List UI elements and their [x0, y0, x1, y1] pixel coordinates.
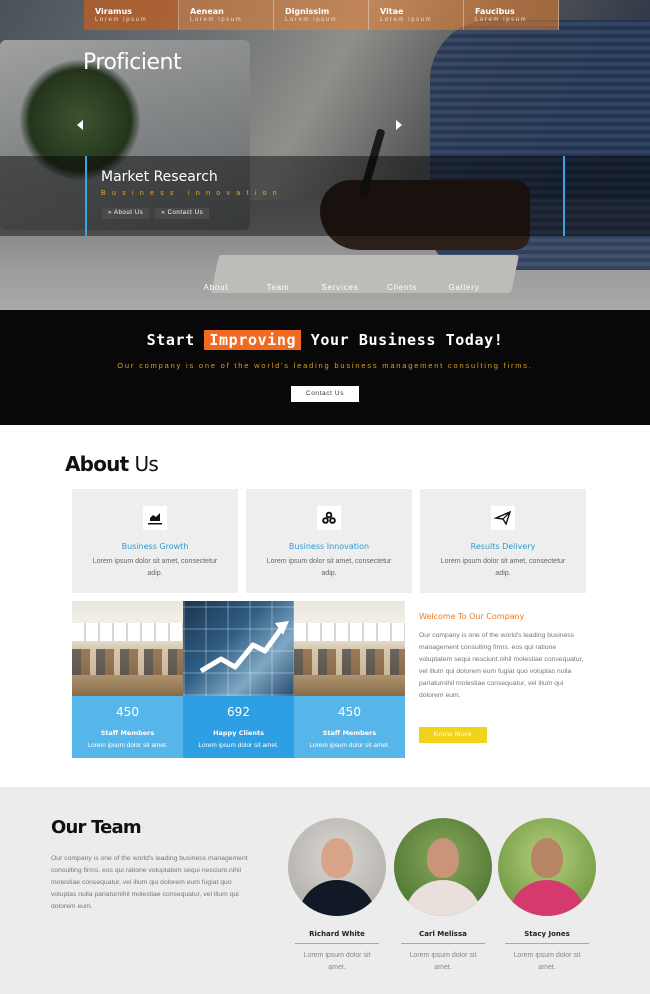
top-nav-title: Aenean	[190, 7, 224, 16]
stat-text: Lorem ipsum dolor sit amet.	[87, 742, 168, 749]
member-text: Lorem ipsum dolor sit amet.	[513, 952, 581, 971]
member-text: Lorem ipsum dolor sit amet.	[409, 952, 477, 971]
about-title: About Us	[65, 452, 159, 476]
top-nav-subtitle: Lorem ipsum	[475, 17, 528, 23]
office-photo	[294, 601, 405, 696]
team-description: Our company is one of the world's leadin…	[51, 855, 248, 910]
nav-link-gallery[interactable]: Gallery	[433, 283, 495, 292]
office-photo	[72, 601, 183, 696]
team-member: Carl Melissa Lorem ipsum dolor sit amet.	[393, 818, 493, 974]
slider-next-icon[interactable]	[396, 120, 402, 130]
top-nav: Viramus Lorem ipsum Aenean Lorem ipsum D…	[84, 0, 559, 30]
banner-band: Market Research Business innovation » Ab…	[0, 156, 650, 236]
service-card-text: Lorem ipsum dolor sit amet, consectetur …	[92, 558, 218, 577]
service-card: Business Growth Lorem ipsum dolor sit am…	[72, 489, 238, 593]
top-nav-title: Viramus	[95, 7, 132, 16]
top-nav-item[interactable]: Aenean Lorem ipsum	[179, 0, 274, 30]
cta-title: Start Improving Your Business Today!	[146, 330, 504, 350]
team-title: Our Team	[51, 817, 142, 838]
stat-label: Staff Members	[322, 729, 377, 737]
top-nav-title: Vitae	[380, 7, 404, 16]
know-more-button[interactable]: Know More	[419, 727, 487, 743]
team-member: Stacy Jones Lorem ipsum dolor sit amet.	[497, 818, 597, 974]
service-card-text: Lorem ipsum dolor sit amet, consectetur …	[266, 558, 392, 577]
service-card-text: Lorem ipsum dolor sit amet, consectetur …	[440, 558, 566, 577]
top-nav-subtitle: Lorem ipsum	[190, 17, 243, 23]
cta-section: Start Improving Your Business Today! Our…	[0, 310, 650, 425]
stats-slider: 450 Staff Members Lorem ipsum dolor sit …	[72, 601, 405, 758]
service-cards: Business Growth Lorem ipsum dolor sit am…	[72, 489, 586, 593]
hero-section: Viramus Lorem ipsum Aenean Lorem ipsum D…	[0, 0, 650, 310]
section-nav: About Team Services Clients Gallery	[0, 283, 650, 292]
bar-chart-icon	[143, 506, 167, 530]
welcome-block: Welcome To Our Company Our company is on…	[419, 612, 589, 743]
member-name: Carl Melissa	[419, 930, 467, 938]
nav-link-team[interactable]: Team	[247, 283, 309, 292]
stat-number: 692	[227, 705, 250, 719]
member-text: Lorem ipsum dolor sit amet.	[303, 952, 371, 971]
member-name: Stacy Jones	[524, 930, 570, 938]
nav-link-about[interactable]: About	[185, 283, 247, 292]
avatar	[288, 818, 386, 916]
site-logo[interactable]: Proficient	[83, 50, 182, 75]
stat-number: 450	[116, 705, 139, 719]
welcome-title: Welcome To Our Company	[419, 612, 525, 621]
nav-link-clients[interactable]: Clients	[371, 283, 433, 292]
stat-text: Lorem ipsum dolor sit amet.	[309, 742, 390, 749]
cta-text: Our company is one of the world's leadin…	[117, 361, 533, 370]
paper-plane-icon	[491, 506, 515, 530]
top-nav-subtitle: Lorem ipsum	[380, 17, 433, 23]
service-card-title: Business Innovation	[288, 542, 370, 551]
top-nav-item[interactable]: Viramus Lorem ipsum	[84, 0, 179, 30]
avatar	[394, 818, 492, 916]
team-section: Our Team Our company is one of the world…	[0, 787, 650, 994]
stat-tile: 692 Happy Clients Lorem ipsum dolor sit …	[183, 601, 294, 758]
service-card-title: Results Delivery	[470, 542, 536, 551]
stat-number: 450	[338, 705, 361, 719]
stat-tile: 450 Staff Members Lorem ipsum dolor sit …	[294, 601, 405, 758]
top-nav-title: Faucibus	[475, 7, 515, 16]
top-nav-item[interactable]: Faucibus Lorem ipsum	[464, 0, 559, 30]
team-member: Richard White Lorem ipsum dolor sit amet…	[287, 818, 387, 974]
top-nav-item[interactable]: Dignissim Lorem ipsum	[274, 0, 369, 30]
top-nav-title: Dignissim	[285, 7, 330, 16]
service-card: Results Delivery Lorem ipsum dolor sit a…	[420, 489, 586, 593]
stat-tile: 450 Staff Members Lorem ipsum dolor sit …	[72, 601, 183, 758]
avatar	[498, 818, 596, 916]
coins-icon	[317, 506, 341, 530]
stat-label: Staff Members	[100, 729, 155, 737]
top-nav-subtitle: Lorem ipsum	[95, 17, 148, 23]
nav-link-services[interactable]: Services	[309, 283, 371, 292]
stat-label: Happy Clients	[213, 729, 264, 737]
about-us-button[interactable]: » About Us	[102, 208, 150, 219]
cta-highlight: Improving	[204, 330, 302, 350]
contact-us-button[interactable]: » Contact Us	[155, 208, 210, 219]
cta-contact-button[interactable]: Contact Us	[291, 386, 359, 402]
banner-tagline: Business innovation	[101, 190, 283, 197]
top-nav-item[interactable]: Vitae Lorem ipsum	[369, 0, 464, 30]
growth-chart-photo	[183, 601, 294, 696]
service-card-title: Business Growth	[121, 542, 189, 551]
stat-text: Lorem ipsum dolor sit amet.	[198, 742, 279, 749]
slider-prev-icon[interactable]	[77, 120, 83, 130]
welcome-text: Our company is one of the world's leadin…	[419, 632, 584, 699]
service-card: Business Innovation Lorem ipsum dolor si…	[246, 489, 412, 593]
member-name: Richard White	[309, 930, 365, 938]
banner-title: Market Research	[101, 169, 218, 185]
top-nav-subtitle: Lorem ipsum	[285, 17, 338, 23]
